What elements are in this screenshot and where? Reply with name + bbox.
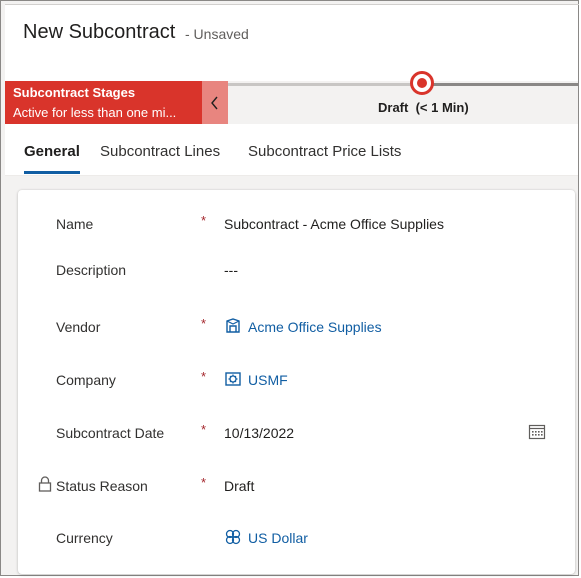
- name-label: Name: [56, 216, 94, 232]
- active-stage-duration: (< 1 Min): [415, 100, 469, 115]
- active-tab-indicator: [24, 171, 80, 174]
- subcontract-date-label: Subcontract Date: [56, 425, 165, 441]
- unsaved-status: - Unsaved: [185, 26, 249, 42]
- stage-flyout-subtitle: Active for less than one mi...: [13, 105, 177, 120]
- status-reason-row: Status Reason * Draft: [18, 472, 575, 502]
- vendor-icon: [226, 318, 240, 333]
- status-reason-field: Draft: [224, 478, 255, 494]
- chevron-left-icon: [211, 96, 218, 109]
- subcontract-date-row: Subcontract Date * 10/13/2022: [18, 419, 575, 449]
- description-row: Description ---: [18, 256, 575, 286]
- vendor-link[interactable]: Acme Office Supplies: [248, 319, 382, 335]
- active-stage-label[interactable]: Draft (< 1 Min): [378, 100, 469, 115]
- page-title: New Subcontract: [23, 21, 176, 43]
- lock-icon: [38, 476, 52, 492]
- description-field[interactable]: ---: [224, 262, 238, 278]
- vendor-row: Vendor * Acme Office Supplies: [18, 313, 575, 343]
- company-label: Company: [56, 372, 116, 388]
- tab-general[interactable]: General: [24, 143, 80, 160]
- company-link[interactable]: USMF: [248, 372, 288, 388]
- active-stage-icon[interactable]: [410, 71, 434, 95]
- tab-bar: General Subcontract Lines Subcontract Pr…: [5, 124, 578, 176]
- currency-link[interactable]: US Dollar: [248, 530, 308, 546]
- collapse-flyout-button[interactable]: [202, 81, 228, 124]
- required-indicator: *: [201, 369, 207, 384]
- description-label: Description: [56, 262, 127, 278]
- subcontract-date-field[interactable]: 10/13/2022: [224, 425, 294, 441]
- currency-icon: [225, 529, 241, 545]
- required-indicator: *: [201, 316, 207, 331]
- stage-flyout-title: Subcontract Stages: [13, 85, 136, 100]
- required-indicator: *: [201, 475, 207, 490]
- tab-subcontract-lines[interactable]: Subcontract Lines: [100, 143, 220, 160]
- status-reason-label: Status Reason: [56, 478, 148, 494]
- name-row: Name * Subcontract - Acme Office Supplie…: [18, 210, 575, 240]
- stage-flyout[interactable]: Subcontract Stages Active for less than …: [5, 81, 202, 124]
- general-section: Name * Subcontract - Acme Office Supplie…: [18, 190, 575, 574]
- company-icon: [225, 372, 241, 386]
- stage-track: Draft (< 1 Min): [228, 71, 578, 124]
- tab-subcontract-price-lists[interactable]: Subcontract Price Lists: [248, 143, 401, 160]
- active-stage-name: Draft: [378, 100, 409, 115]
- form-window: New Subcontract - Unsaved Subcontract St…: [0, 0, 579, 576]
- required-indicator: *: [201, 213, 207, 228]
- name-field[interactable]: Subcontract - Acme Office Supplies: [224, 216, 444, 232]
- form-header: New Subcontract - Unsaved: [5, 5, 578, 81]
- stage-track-line: [433, 83, 578, 86]
- currency-row: Currency US Dollar: [18, 524, 575, 554]
- required-indicator: *: [201, 422, 207, 437]
- currency-label: Currency: [56, 530, 113, 546]
- business-process-flow: Subcontract Stages Active for less than …: [5, 71, 578, 124]
- company-row: Company * USMF: [18, 366, 575, 396]
- stage-track-line-left: [228, 83, 418, 86]
- calendar-icon[interactable]: [528, 423, 546, 441]
- vendor-label: Vendor: [56, 319, 101, 335]
